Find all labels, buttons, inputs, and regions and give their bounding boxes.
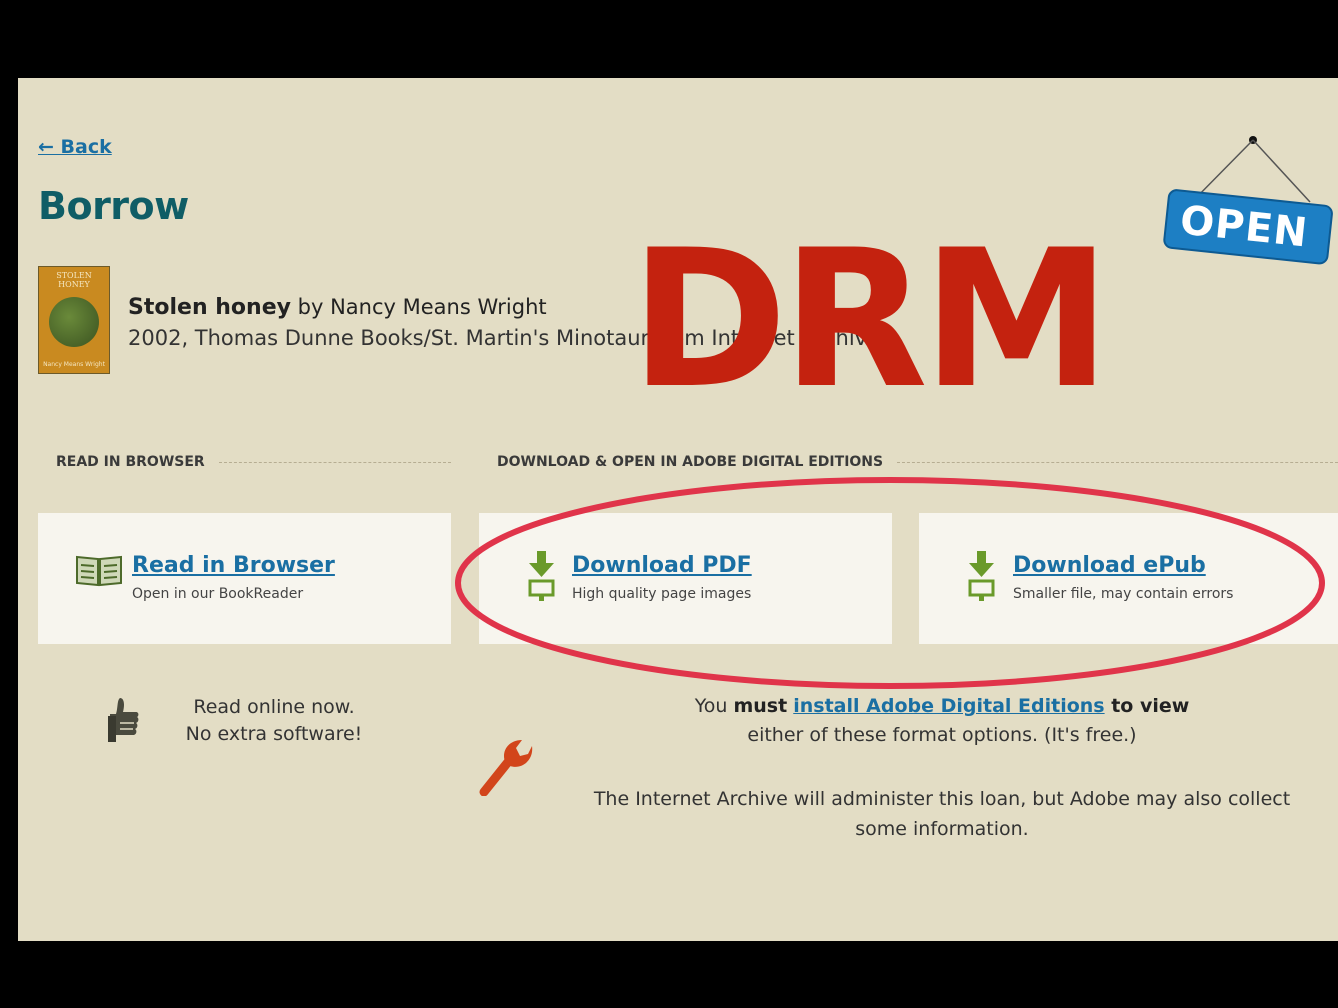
cover-artwork	[49, 297, 99, 347]
section-header-download-label: DOWNLOAD & OPEN IN ADOBE DIGITAL EDITION…	[497, 454, 884, 470]
section-divider	[218, 461, 451, 463]
thumbs-up-icon	[106, 696, 140, 750]
read-note-line1: Read online now.	[193, 696, 355, 718]
install-adobe-link[interactable]: install Adobe Digital Editions	[793, 695, 1104, 717]
adobe-note-line2: either of these format options. (It's fr…	[747, 724, 1137, 746]
read-in-browser-link[interactable]: Read in Browser	[132, 553, 335, 578]
page-title: Borrow	[38, 184, 189, 228]
open-book-icon	[74, 553, 124, 591]
book-title: Stolen honey	[128, 295, 291, 320]
section-header-read: READ IN BROWSER	[56, 454, 451, 470]
read-in-browser-subtitle: Open in our BookReader	[132, 586, 304, 602]
section-divider	[897, 461, 1338, 463]
adobe-note-post: to view	[1104, 695, 1190, 717]
section-header-read-label: READ IN BROWSER	[56, 454, 205, 470]
cover-author: Nancy Means Wright	[43, 361, 105, 368]
wrench-icon	[478, 734, 534, 800]
section-header-download: DOWNLOAD & OPEN IN ADOBE DIGITAL EDITION…	[497, 454, 1338, 470]
back-link[interactable]: ← Back	[38, 136, 112, 158]
drm-overlay-text: DRM	[630, 209, 1111, 430]
loan-info-note: The Internet Archive will administer thi…	[593, 788, 1291, 840]
read-in-browser-card[interactable]: Read in Browser Open in our BookReader	[38, 513, 451, 644]
adobe-requirement-note: You must install Adobe Digital Editions …	[578, 692, 1306, 750]
video-frame: ← Back Borrow STOLEN HONEY Nancy Means W…	[0, 0, 1338, 1008]
book-cover-image[interactable]: STOLEN HONEY Nancy Means Wright	[38, 266, 110, 374]
adobe-note-pre: You	[694, 695, 734, 717]
adobe-note-must: must	[733, 695, 788, 717]
book-author: by Nancy Means Wright	[290, 295, 547, 319]
read-online-note: Read online now. No extra software!	[164, 694, 384, 748]
highlight-ellipse	[455, 477, 1325, 689]
read-note-line2: No extra software!	[185, 723, 363, 745]
cover-title: STOLEN HONEY	[56, 271, 92, 289]
